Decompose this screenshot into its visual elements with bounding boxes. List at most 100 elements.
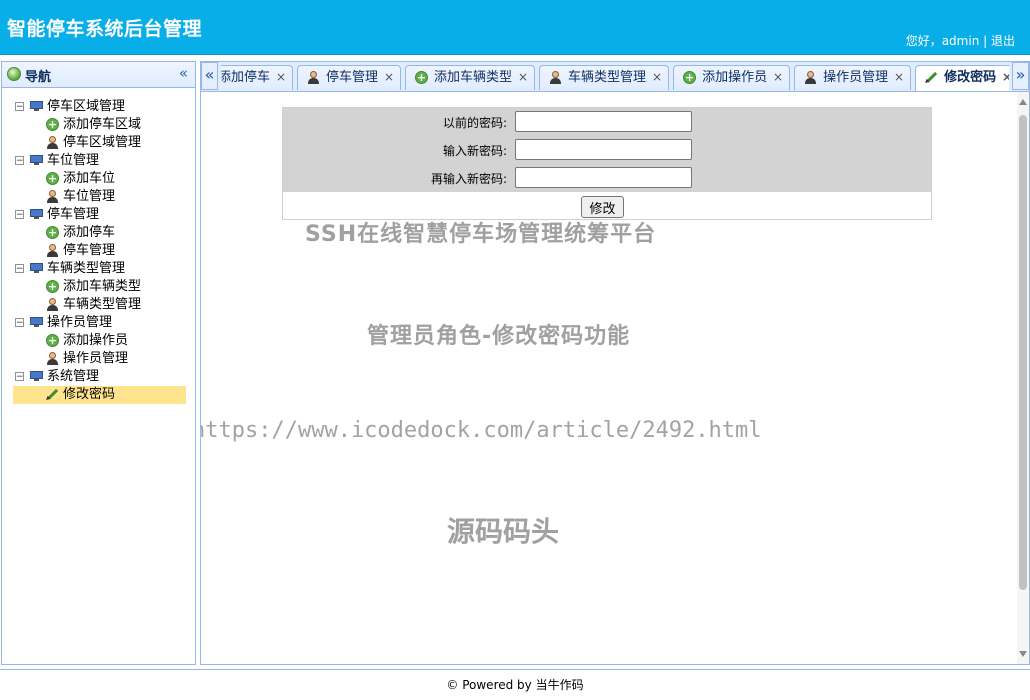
tabs-bar: « +添加停车×停车管理×+添加车辆类型×车辆类型管理×+添加操作员×操作员管理…	[201, 62, 1029, 92]
tree-group[interactable]: − 车辆类型管理	[13, 260, 186, 278]
watermark-subtitle: 管理员角色-修改密码功能	[367, 324, 631, 349]
tab-label: 修改密码	[944, 70, 997, 85]
collapse-toggle-icon[interactable]: −	[15, 264, 24, 274]
tree-item-label: 添加车辆类型	[63, 279, 142, 294]
computer-icon	[30, 371, 43, 381]
new-password-input[interactable]	[515, 139, 692, 160]
tab[interactable]: 停车管理 ×	[297, 65, 402, 90]
tab-close-icon[interactable]: ×	[384, 66, 394, 89]
watermark-title: SSH在线智慧停车场管理统筹平台	[305, 222, 657, 247]
add-icon: +	[46, 280, 59, 293]
tab[interactable]: 车辆类型管理 ×	[539, 65, 670, 90]
collapse-toggle-icon[interactable]: −	[15, 318, 24, 328]
tab-label: 停车管理	[326, 70, 379, 85]
logout-link[interactable]: 退出	[991, 34, 1015, 48]
tree-item-label: 车辆类型管理	[63, 297, 142, 312]
tab-label: 添加停车	[221, 70, 271, 85]
user-icon	[804, 71, 817, 84]
footer: © Powered by 当牛作码	[0, 669, 1030, 700]
computer-icon	[30, 317, 43, 327]
new-password-label: 输入新密码:	[442, 144, 507, 158]
scroll-down-icon[interactable]	[1019, 651, 1027, 657]
tree-item-label: 停车区域管理	[63, 135, 142, 150]
greeting-text: 您好，admin	[905, 34, 980, 48]
collapse-toggle-icon[interactable]: −	[15, 102, 24, 112]
tree-item-label: 添加操作员	[63, 333, 129, 348]
watermark-url: https://www.icodedock.com/article/2492.h…	[200, 418, 762, 443]
tab-close-icon[interactable]: ×	[1002, 66, 1009, 89]
confirm-password-input[interactable]	[515, 167, 692, 188]
watermark-brand: 源码码头	[447, 515, 560, 548]
tab-label: 操作员管理	[823, 70, 889, 85]
nav-panel-header: 导航 «	[2, 62, 195, 88]
old-password-label: 以前的密码:	[442, 116, 507, 130]
user-icon	[46, 352, 59, 365]
collapse-toggle-icon[interactable]: −	[15, 156, 24, 166]
tab-label: 车辆类型管理	[568, 70, 647, 85]
tree-group[interactable]: − 停车管理	[13, 206, 186, 224]
nav-panel-title: 导航	[25, 70, 52, 85]
tree-group-label: 停车管理	[47, 207, 100, 222]
scroll-up-icon[interactable]	[1019, 99, 1027, 105]
content-scrollbar[interactable]	[1017, 92, 1029, 664]
tab-label: 添加操作员	[702, 70, 768, 85]
user-icon	[46, 136, 59, 149]
tree-item[interactable]: + 添加停车区域	[13, 116, 186, 134]
tree-item[interactable]: 操作员管理	[13, 350, 186, 368]
add-icon: +	[46, 172, 59, 185]
tree-item-label: 添加停车	[63, 225, 116, 240]
pencil-icon	[922, 68, 940, 86]
tab[interactable]: + 添加车辆类型 ×	[405, 65, 536, 90]
user-icon	[307, 71, 320, 84]
old-password-input[interactable]	[515, 111, 692, 132]
collapse-toggle-icon[interactable]: −	[15, 210, 24, 220]
modify-button[interactable]: 修改	[581, 196, 624, 218]
tree-group[interactable]: − 操作员管理	[13, 314, 186, 332]
app-header: 智能停车系统后台管理 您好，admin | 退出	[0, 0, 1030, 55]
tree-item[interactable]: 停车区域管理	[13, 134, 186, 152]
tree-item[interactable]: 车辆类型管理	[13, 296, 186, 314]
tree-item-label: 添加车位	[63, 171, 116, 186]
scrollbar-thumb[interactable]	[1019, 115, 1027, 590]
old-password-row: 以前的密码:	[283, 111, 931, 133]
add-icon: +	[683, 71, 697, 84]
tab-close-icon[interactable]: ×	[276, 66, 286, 89]
change-password-form: 以前的密码: 输入新密码: 再输入新密码: 修改	[282, 107, 932, 220]
pencil-icon	[43, 385, 61, 403]
collapse-toggle-icon[interactable]: −	[15, 372, 24, 382]
tree-item-label: 操作员管理	[63, 351, 129, 366]
collapse-left-icon[interactable]: «	[179, 64, 188, 82]
app-title: 智能停车系统后台管理	[7, 18, 203, 40]
tree-item[interactable]: + 添加车辆类型	[13, 278, 186, 296]
tree-group-label: 停车区域管理	[47, 99, 126, 114]
tab[interactable]: + 添加操作员 ×	[673, 65, 791, 90]
new-password-row: 输入新密码:	[283, 139, 931, 161]
computer-icon	[30, 101, 43, 111]
separator: |	[979, 34, 991, 48]
computer-icon	[30, 209, 43, 219]
tree-item-label: 车位管理	[63, 189, 116, 204]
tree-group[interactable]: − 车位管理	[13, 152, 186, 170]
tabs-scroll-left-icon[interactable]: «	[201, 62, 218, 90]
tab-close-icon[interactable]: ×	[652, 66, 662, 89]
tree-item[interactable]: 修改密码	[13, 386, 186, 404]
nav-panel: 导航 « − 停车区域管理 + 添加停车区域 停车区域管理 − 车位管理 + 添加车位 车位管理 −…	[1, 61, 196, 665]
tree-item[interactable]: 车位管理	[13, 188, 186, 206]
tree-item[interactable]: + 添加停车	[13, 224, 186, 242]
tabs-scroll-right-icon[interactable]: »	[1012, 62, 1029, 90]
footer-text: © Powered by 当牛作码	[446, 678, 584, 692]
user-icon	[46, 298, 59, 311]
tree-item-label: 修改密码	[63, 387, 116, 402]
tab-close-icon[interactable]: ×	[518, 66, 528, 89]
tree-item[interactable]: + 添加车位	[13, 170, 186, 188]
tree-item[interactable]: 停车管理	[13, 242, 186, 260]
tab[interactable]: 修改密码 ×	[915, 65, 1009, 91]
tree-group[interactable]: − 停车区域管理	[13, 98, 186, 116]
tab[interactable]: 操作员管理 ×	[794, 65, 912, 90]
tree-group[interactable]: − 系统管理	[13, 368, 186, 386]
tab-label: 添加车辆类型	[434, 70, 513, 85]
tree-item[interactable]: + 添加操作员	[13, 332, 186, 350]
tab[interactable]: +添加停车×	[221, 65, 294, 90]
tab-close-icon[interactable]: ×	[894, 66, 904, 89]
tab-close-icon[interactable]: ×	[773, 66, 783, 89]
